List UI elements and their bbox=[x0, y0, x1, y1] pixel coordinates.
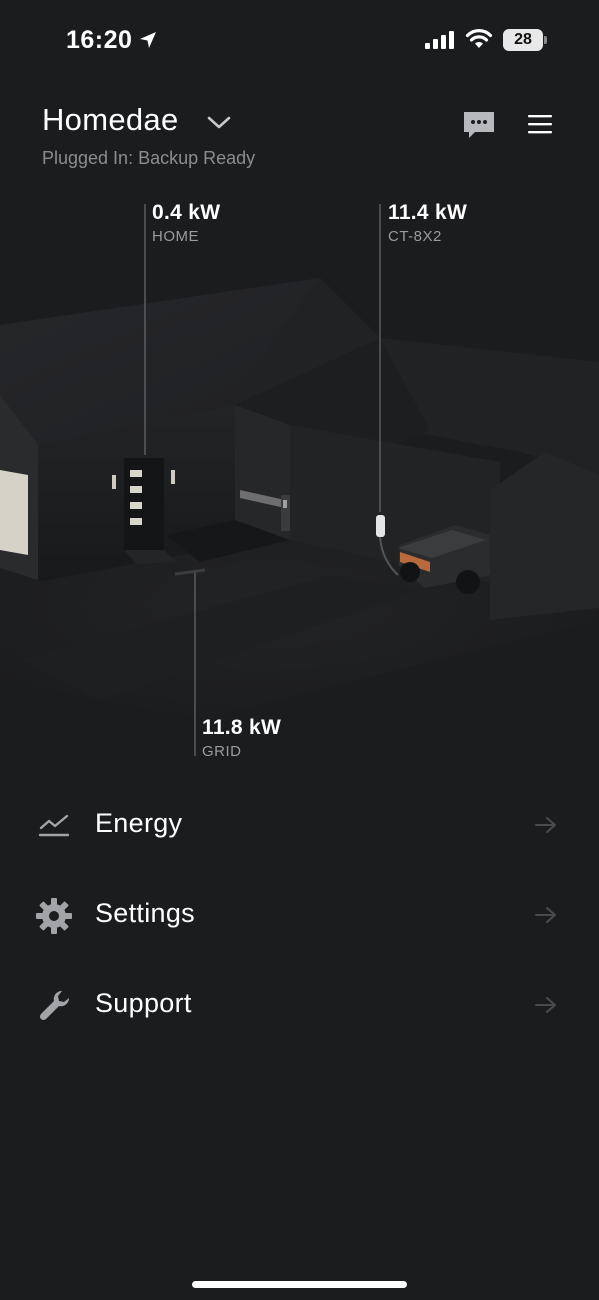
house-illustration bbox=[0, 204, 599, 756]
battery-icon: 28 bbox=[503, 29, 547, 51]
house-energy-diagram[interactable]: 0.4 kW HOME 11.4 kW CT-8X2 11.8 kW GRID bbox=[0, 190, 599, 770]
home-power-value: 0.4 kW bbox=[152, 201, 221, 224]
grid-power-label: GRID bbox=[202, 743, 242, 760]
site-status: Plugged In: Backup Ready bbox=[42, 148, 256, 168]
gear-icon bbox=[36, 898, 72, 934]
hamburger-menu-icon[interactable] bbox=[526, 112, 554, 136]
menu-label-settings: Settings bbox=[95, 898, 195, 928]
chat-icon[interactable] bbox=[462, 110, 496, 140]
vehicle-power-label: CT-8X2 bbox=[388, 228, 442, 245]
menu-item-settings[interactable]: Settings bbox=[0, 874, 599, 954]
menu-label-support: Support bbox=[95, 988, 192, 1018]
menu-item-energy[interactable]: Energy bbox=[0, 784, 599, 864]
arrow-right-icon bbox=[535, 907, 556, 923]
door-light-2 bbox=[130, 486, 142, 493]
cellular-signal-icon bbox=[425, 31, 454, 49]
arrow-right-icon bbox=[535, 817, 556, 833]
home-indicator[interactable] bbox=[192, 1281, 407, 1288]
home-flow-label[interactable]: 0.4 kW HOME bbox=[152, 201, 220, 245]
vehicle-wheel bbox=[456, 570, 480, 594]
home-power-label: HOME bbox=[152, 228, 199, 245]
vehicle-power-value: 11.4 kW bbox=[388, 201, 468, 224]
status-bar: 16:20 28 bbox=[0, 0, 599, 80]
vehicle-flow-label[interactable]: 11.4 kW CT-8X2 bbox=[388, 201, 467, 245]
status-time: 16:20 bbox=[66, 26, 133, 54]
lit-window bbox=[0, 470, 28, 555]
right-gable bbox=[490, 452, 599, 620]
line-chart-icon bbox=[38, 814, 70, 837]
wall-charger bbox=[376, 515, 385, 537]
site-title[interactable]: Homedae bbox=[42, 102, 179, 138]
door-light-4 bbox=[130, 518, 142, 525]
door-light-1 bbox=[130, 470, 142, 477]
vehicle-wheel-front bbox=[400, 562, 420, 582]
grid-flow-label[interactable]: 11.8 kW GRID bbox=[202, 716, 281, 760]
gateway-indicator bbox=[283, 500, 287, 508]
wifi-icon bbox=[465, 29, 493, 48]
battery-nub bbox=[544, 36, 547, 44]
battery-level: 28 bbox=[503, 29, 543, 51]
app-screen: 16:20 28 Homedae Plugged In: Backup Read… bbox=[0, 0, 599, 1300]
wall-sconce-right bbox=[171, 470, 175, 484]
menu-label-energy: Energy bbox=[95, 808, 183, 838]
chevron-down-icon[interactable] bbox=[206, 112, 232, 132]
wall-sconce-left bbox=[112, 475, 116, 489]
menu-item-support[interactable]: Support bbox=[0, 964, 599, 1044]
door-light-3 bbox=[130, 502, 142, 509]
location-arrow-icon bbox=[140, 32, 156, 48]
grid-power-value: 11.8 kW bbox=[202, 716, 282, 739]
arrow-right-icon bbox=[535, 997, 556, 1013]
wrench-icon bbox=[39, 990, 70, 1021]
